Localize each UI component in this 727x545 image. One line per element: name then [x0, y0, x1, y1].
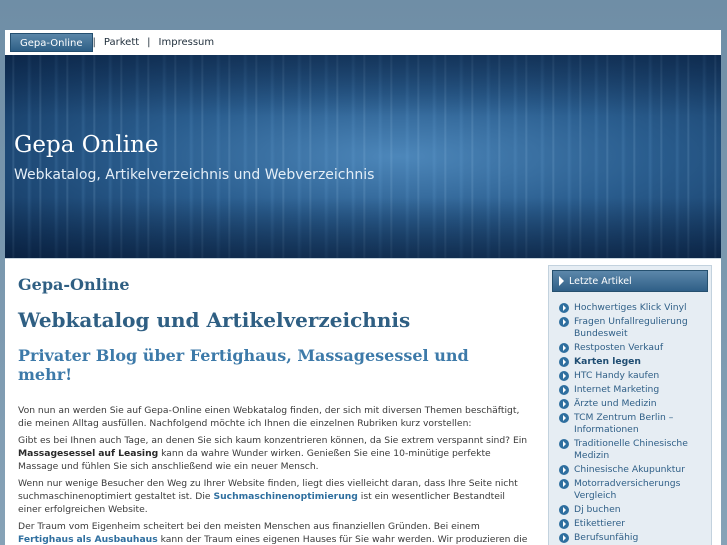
article-link[interactable]: Berufsunfähig — [574, 532, 638, 544]
list-item[interactable]: Motorradversicherungs Vergleich — [559, 478, 707, 502]
list-item[interactable]: Karten legen — [559, 356, 707, 368]
arrow-circle-icon — [559, 317, 569, 327]
list-item[interactable]: HTC Handy kaufen — [559, 370, 707, 382]
recent-articles-list: Hochwertiges Klick Vinyl Fragen Unfallre… — [549, 292, 711, 544]
massage-paragraph: Gibt es bei Ihnen auch Tage, an denen Si… — [18, 434, 528, 473]
bold-massagesessel: Massagesessel — [18, 448, 96, 459]
article-link[interactable]: Ärzte und Medizin — [574, 398, 657, 410]
text-span: Gibt es bei Ihnen auch Tage, an denen Si… — [18, 435, 528, 446]
site-tagline: Webkatalog, Artikelverzeichnis und Webve… — [14, 167, 375, 183]
arrow-circle-icon — [559, 303, 569, 313]
page-wrapper: Gepa-Online | Parkett | Impressum Gepa O… — [5, 30, 721, 545]
list-item[interactable]: Etikettierer — [559, 518, 707, 530]
arrow-circle-icon — [559, 343, 569, 353]
arrow-circle-icon — [559, 371, 569, 381]
list-item[interactable]: TCM Zentrum Berlin – Informationen — [559, 412, 707, 436]
fertighaus-paragraph: Der Traum vom Eigenheim scheitert bei de… — [18, 520, 528, 545]
list-item[interactable]: Fragen Unfallregulierung Bundesweit — [559, 316, 707, 340]
bold-auf-leasing: auf Leasing — [98, 448, 159, 459]
list-item[interactable]: Restposten Verkauf — [559, 342, 707, 354]
nav-item-gepa-online[interactable]: Gepa-Online — [10, 33, 93, 52]
header-banner: Gepa Online Webkatalog, Artikelverzeichn… — [5, 55, 721, 258]
sub-heading: Privater Blog über Fertighaus, Massagese… — [18, 346, 469, 384]
text-span: Der Traum vom Eigenheim scheitert bei de… — [18, 521, 480, 532]
arrow-circle-icon — [559, 505, 569, 515]
list-item[interactable]: Internet Marketing — [559, 384, 707, 396]
article-link[interactable]: Restposten Verkauf — [574, 342, 663, 354]
article-link[interactable]: HTC Handy kaufen — [574, 370, 659, 382]
nav-item-parkett[interactable]: Parkett — [96, 33, 147, 52]
site-title[interactable]: Gepa Online — [14, 132, 159, 158]
main-heading: Webkatalog und Artikelverzeichnis — [18, 308, 411, 332]
link-suchmaschinenoptimierung[interactable]: Suchmaschinenoptimierung — [213, 491, 357, 502]
content-area: Gepa-Online Webkatalog und Artikelverzei… — [5, 258, 721, 545]
article-link[interactable]: Motorradversicherungs Vergleich — [574, 478, 707, 502]
arrow-circle-icon — [559, 519, 569, 529]
sidebar: Letzte Artikel Hochwertiges Klick Vinyl … — [548, 265, 712, 545]
arrow-circle-icon — [559, 413, 569, 423]
triangle-right-icon — [559, 276, 564, 286]
list-item[interactable]: Hochwertiges Klick Vinyl — [559, 302, 707, 314]
article-link[interactable]: Dj buchen — [574, 504, 621, 516]
article-link[interactable]: Chinesische Akupunktur — [574, 464, 685, 476]
article-link[interactable]: Traditionelle Chinesische Medizin — [574, 438, 707, 462]
sidebar-header: Letzte Artikel — [552, 270, 708, 292]
arrow-circle-icon — [559, 357, 569, 367]
arrow-circle-icon — [559, 479, 569, 489]
arrow-circle-icon — [559, 385, 569, 395]
nav-item-impressum[interactable]: Impressum — [151, 33, 223, 52]
intro-paragraph: Von nun an werden Sie auf Gepa-Online ei… — [18, 405, 520, 429]
list-item[interactable]: Berufsunfähig — [559, 532, 707, 544]
article-link[interactable]: Hochwertiges Klick Vinyl — [574, 302, 687, 314]
main-content: Gepa-Online Webkatalog und Artikelverzei… — [18, 275, 528, 545]
seo-paragraph: Wenn nur wenige Besucher den Weg zu Ihre… — [18, 477, 528, 516]
article-link[interactable]: Internet Marketing — [574, 384, 659, 396]
list-item[interactable]: Ärzte und Medizin — [559, 398, 707, 410]
article-link[interactable]: Etikettierer — [574, 518, 625, 530]
article-link[interactable]: Fragen Unfallregulierung Bundesweit — [574, 316, 707, 340]
list-item[interactable]: Traditionelle Chinesische Medizin — [559, 438, 707, 462]
arrow-circle-icon — [559, 399, 569, 409]
list-item[interactable]: Chinesische Akupunktur — [559, 464, 707, 476]
article-link[interactable]: Karten legen — [574, 356, 641, 368]
arrow-circle-icon — [559, 465, 569, 475]
article-link[interactable]: TCM Zentrum Berlin – Informationen — [574, 412, 707, 436]
page-title: Gepa-Online — [18, 275, 130, 294]
arrow-circle-icon — [559, 533, 569, 543]
top-navigation: Gepa-Online | Parkett | Impressum — [5, 30, 721, 55]
list-item[interactable]: Dj buchen — [559, 504, 707, 516]
link-fertighaus[interactable]: Fertighaus — [18, 534, 74, 545]
sidebar-title: Letzte Artikel — [569, 275, 632, 287]
link-als-ausbauhaus[interactable]: als Ausbauhaus — [76, 534, 157, 545]
arrow-circle-icon — [559, 439, 569, 449]
